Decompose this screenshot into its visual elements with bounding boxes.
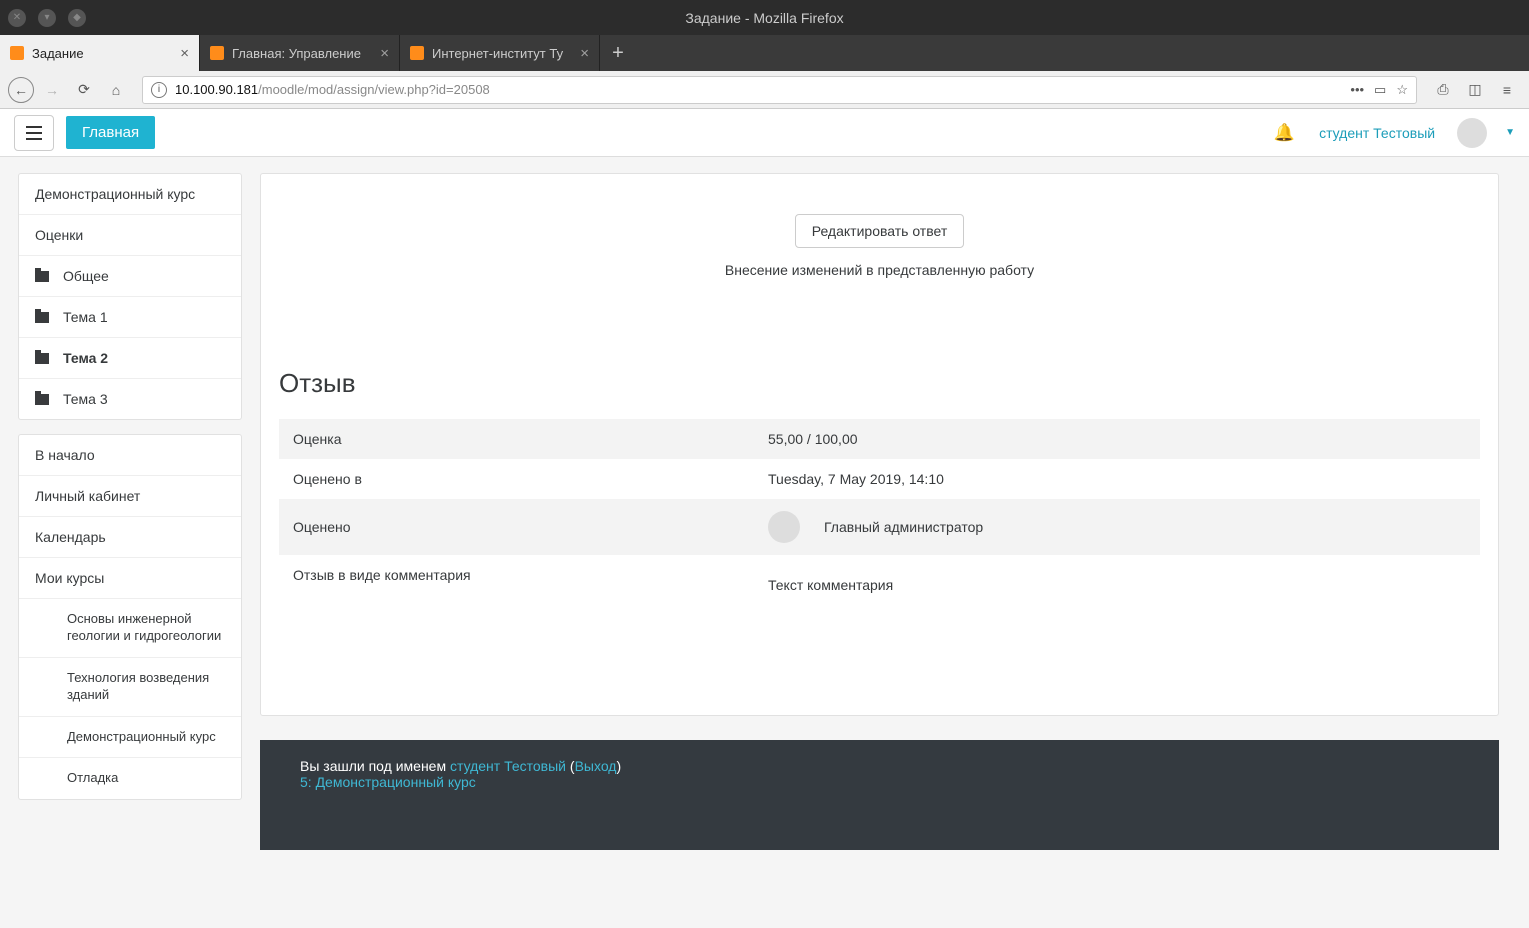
favicon-icon <box>210 46 224 60</box>
forward-button[interactable]: → <box>38 76 66 104</box>
grade-label: Оценка <box>279 419 754 459</box>
graded-at-label: Оценено в <box>279 459 754 499</box>
footer-paren-close: ) <box>616 758 621 774</box>
table-row: Отзыв в виде комментария Текст комментар… <box>279 555 1480 615</box>
feedback-heading: Отзыв <box>279 368 1480 399</box>
os-titlebar: ✕ ▾ ◆ Задание - Mozilla Firefox <box>0 0 1529 35</box>
main-content: Редактировать ответ Внесение изменений в… <box>260 173 1499 850</box>
footer-course-link[interactable]: 5: Демонстрационный курс <box>300 774 476 790</box>
url-path: /moodle/mod/assign/view.php?id=20508 <box>258 82 490 97</box>
nav-toggle-button[interactable] <box>14 115 54 151</box>
os-min-icon[interactable]: ▾ <box>38 9 56 27</box>
folder-icon <box>35 394 49 405</box>
avatar[interactable] <box>1457 118 1487 148</box>
page-body: Демонстрационный курс Оценки Общее Тема … <box>0 157 1529 917</box>
sidebar-item-topic2[interactable]: Тема 2 <box>19 338 241 379</box>
os-close-icon[interactable]: ✕ <box>8 9 26 27</box>
sidebar-item-course-demo[interactable]: Демонстрационный курс <box>19 717 241 759</box>
sidebar-item-topic1[interactable]: Тема 1 <box>19 297 241 338</box>
folder-icon <box>35 353 49 364</box>
folder-icon <box>35 312 49 323</box>
close-icon[interactable]: × <box>380 45 389 62</box>
notifications-icon[interactable]: 🔔 <box>1274 123 1295 143</box>
close-icon[interactable]: × <box>580 45 589 62</box>
sidebar-course-panel: Демонстрационный курс Оценки Общее Тема … <box>18 173 242 420</box>
reload-button[interactable]: ⟳ <box>70 76 98 104</box>
tab-institute[interactable]: Интернет-институт Ту × <box>400 35 600 71</box>
user-dropdown-icon[interactable]: ▼ <box>1505 127 1515 138</box>
sidebar-item-course-tech[interactable]: Технология возведения зданий <box>19 658 241 717</box>
user-menu-link[interactable]: студент Тестовый <box>1319 125 1435 141</box>
sidebar-item-general[interactable]: Общее <box>19 256 241 297</box>
tab-label: Задание <box>32 46 172 61</box>
new-tab-button[interactable]: + <box>600 35 636 71</box>
sidebar-icon[interactable]: ◫ <box>1461 76 1489 104</box>
sidebar: Демонстрационный курс Оценки Общее Тема … <box>18 173 242 800</box>
home-link[interactable]: Главная <box>66 116 155 149</box>
sidebar-item-course-debug[interactable]: Отладка <box>19 758 241 799</box>
comment-value: Текст комментария <box>754 555 1480 615</box>
graded-at-value: Tuesday, 7 May 2019, 14:10 <box>754 459 1480 499</box>
edit-help-text: Внесение изменений в представленную рабо… <box>279 262 1480 278</box>
feedback-table: Оценка 55,00 / 100,00 Оценено в Tuesday,… <box>279 419 1480 615</box>
sidebar-item-demo-course[interactable]: Демонстрационный курс <box>19 174 241 215</box>
window-title: Задание - Mozilla Firefox <box>685 10 843 26</box>
favicon-icon <box>410 46 424 60</box>
grade-value: 55,00 / 100,00 <box>754 419 1480 459</box>
os-max-icon[interactable]: ◆ <box>68 9 86 27</box>
bookmark-icon[interactable]: ☆ <box>1396 82 1408 98</box>
footer-paren-open: ( <box>566 758 575 774</box>
url-host: 10.100.90.181 <box>175 82 258 97</box>
sidebar-item-calendar[interactable]: Календарь <box>19 517 241 558</box>
page-footer: Вы зашли под именем студент Тестовый (Вы… <box>260 740 1499 850</box>
close-icon[interactable]: × <box>180 45 189 62</box>
sidebar-nav-panel: В начало Личный кабинет Календарь Мои ку… <box>18 434 242 800</box>
tab-label: Интернет-институт Ту <box>432 46 572 61</box>
sidebar-item-topic3[interactable]: Тема 3 <box>19 379 241 419</box>
comment-label: Отзыв в виде комментария <box>279 555 754 615</box>
sidebar-item-course-geology[interactable]: Основы инженерной геологии и гидрогеолог… <box>19 599 241 658</box>
back-button[interactable]: ← <box>8 77 34 103</box>
tab-strip: Задание × Главная: Управление × Интернет… <box>0 35 1529 71</box>
table-row: Оценено в Tuesday, 7 May 2019, 14:10 <box>279 459 1480 499</box>
library-icon[interactable]: ⎙ <box>1429 76 1457 104</box>
tab-assignment[interactable]: Задание × <box>0 35 200 71</box>
info-icon[interactable]: i <box>151 82 167 98</box>
graded-by-value: Главный администратор <box>754 499 1480 555</box>
menu-icon[interactable]: ≡ <box>1493 76 1521 104</box>
reader-mode-icon[interactable]: ▭ <box>1374 82 1386 98</box>
tab-label: Главная: Управление <box>232 46 372 61</box>
table-row: Оценка 55,00 / 100,00 <box>279 419 1480 459</box>
graded-by-label: Оценено <box>279 499 754 555</box>
avatar <box>768 511 800 543</box>
edit-answer-button[interactable]: Редактировать ответ <box>795 214 965 248</box>
content-card: Редактировать ответ Внесение изменений в… <box>260 173 1499 716</box>
hamburger-icon <box>26 126 42 140</box>
app-header: Главная 🔔 студент Тестовый ▼ <box>0 109 1529 157</box>
sidebar-item-my-courses[interactable]: Мои курсы <box>19 558 241 599</box>
folder-icon <box>35 271 49 282</box>
sidebar-item-home[interactable]: В начало <box>19 435 241 476</box>
page-actions-icon[interactable]: ••• <box>1350 82 1364 97</box>
home-button[interactable]: ⌂ <box>102 76 130 104</box>
sidebar-item-dashboard[interactable]: Личный кабинет <box>19 476 241 517</box>
table-row: Оценено Главный администратор <box>279 499 1480 555</box>
tab-management[interactable]: Главная: Управление × <box>200 35 400 71</box>
grader-name: Главный администратор <box>824 519 983 535</box>
footer-login-prefix: Вы зашли под именем <box>300 758 450 774</box>
url-input[interactable]: i 10.100.90.181/moodle/mod/assign/view.p… <box>142 76 1417 104</box>
favicon-icon <box>10 46 24 60</box>
address-bar: ← → ⟳ ⌂ i 10.100.90.181/moodle/mod/assig… <box>0 71 1529 109</box>
sidebar-item-grades[interactable]: Оценки <box>19 215 241 256</box>
footer-logout-link[interactable]: Выход <box>575 758 617 774</box>
footer-user-link[interactable]: студент Тестовый <box>450 758 566 774</box>
feedback-section: Отзыв Оценка 55,00 / 100,00 Оценено в Tu… <box>279 368 1480 615</box>
